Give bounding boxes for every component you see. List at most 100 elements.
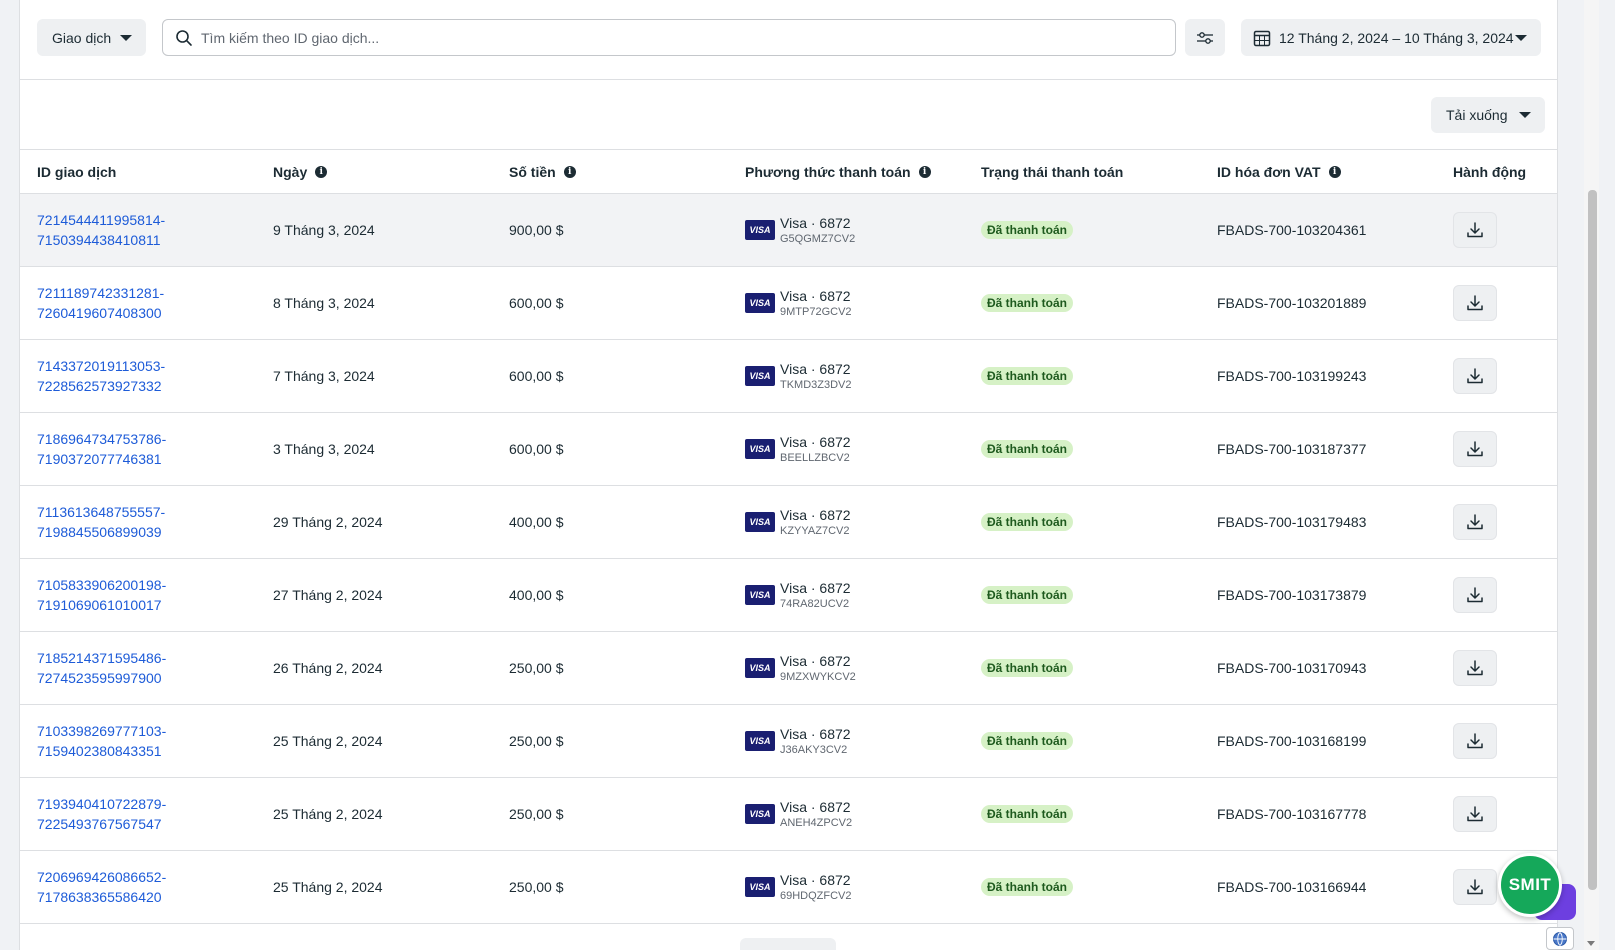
reference-code: TKMD3Z3DV2	[780, 379, 852, 391]
amount-cell: 250,00 $	[509, 733, 564, 749]
download-receipt-button[interactable]	[1453, 796, 1497, 832]
status-cell: Đã thanh toán	[981, 194, 1073, 266]
col-transaction-id[interactable]: ID giao dịch	[37, 150, 116, 194]
transaction-id-link[interactable]: 7143372019113053- 7228562573927332	[37, 356, 165, 396]
transaction-id-link[interactable]: 7214544411995814- 7150394438410811	[37, 210, 165, 250]
scroll-down-arrow-icon[interactable]	[1587, 941, 1595, 946]
col-label: Số tiền	[509, 164, 556, 180]
card-label: Visa · 6872	[780, 215, 851, 231]
action-cell	[1453, 778, 1497, 850]
status-badge: Đã thanh toán	[981, 805, 1073, 823]
transaction-id-cell: 7193940410722879- 7225493767567547	[37, 778, 166, 850]
download-receipt-button[interactable]	[1453, 577, 1497, 613]
card-label: Visa · 6872	[780, 726, 851, 742]
download-receipt-button[interactable]	[1453, 650, 1497, 686]
download-icon	[1467, 879, 1483, 895]
language-button[interactable]	[1546, 927, 1574, 950]
download-receipt-button[interactable]	[1453, 358, 1497, 394]
transaction-id-link[interactable]: 7113613648755557- 7198845506899039	[37, 502, 165, 542]
visa-logo-icon: VISA	[745, 658, 775, 678]
info-icon[interactable]: i	[563, 166, 576, 178]
download-receipt-button[interactable]	[1453, 212, 1497, 248]
search-box[interactable]	[162, 19, 1176, 56]
card-label: Visa · 6872	[780, 361, 851, 377]
transaction-id-link[interactable]: 7186964734753786- 7190372077746381	[37, 429, 166, 469]
status-cell: Đã thanh toán	[981, 705, 1073, 777]
info-icon[interactable]: i	[1328, 166, 1341, 178]
amount-cell: 250,00 $	[509, 879, 564, 895]
action-cell	[1453, 267, 1497, 339]
col-label: Trạng thái thanh toán	[981, 164, 1124, 180]
amount-cell: 250,00 $	[509, 806, 564, 822]
payment-method-cell: VISA Visa · 6872 9MZXWYKCV2	[745, 632, 856, 704]
transaction-id-link[interactable]: 7211189742331281- 7260419607408300	[37, 283, 164, 323]
download-receipt-button[interactable]	[1453, 504, 1497, 540]
transaction-id-link[interactable]: 7193940410722879- 7225493767567547	[37, 794, 166, 834]
action-cell	[1453, 486, 1497, 558]
action-cell	[1453, 340, 1497, 412]
transaction-id-link[interactable]: 7206969426086652- 7178638365586420	[37, 867, 166, 907]
transaction-id-link[interactable]: 7103398269777103- 7159402380843351	[37, 721, 166, 761]
download-icon	[1467, 222, 1483, 238]
table-body: 7214544411995814- 7150394438410811 9 Thán…	[20, 194, 1557, 924]
download-receipt-button[interactable]	[1453, 431, 1497, 467]
download-label: Tải xuống	[1446, 107, 1508, 123]
transaction-type-select[interactable]: Giao dịch	[37, 19, 146, 56]
col-payment-method[interactable]: Phương thức thanh toán i	[745, 150, 931, 194]
info-icon[interactable]: i	[315, 166, 328, 178]
table-row: 7113613648755557- 7198845506899039 29 Thá…	[20, 486, 1557, 559]
payment-method-cell: VISA Visa · 6872 TKMD3Z3DV2	[745, 340, 852, 412]
col-vat-invoice-id[interactable]: ID hóa đơn VAT i	[1217, 150, 1341, 194]
visa-logo-icon: VISA	[745, 293, 775, 313]
date-range-picker[interactable]: 12 Tháng 2, 2024 – 10 Tháng 3, 2024	[1241, 19, 1541, 56]
scrollbar-thumb[interactable]	[1588, 190, 1597, 890]
download-receipt-button[interactable]	[1453, 723, 1497, 759]
transaction-type-label: Giao dịch	[52, 29, 112, 46]
download-receipt-button[interactable]	[1453, 285, 1497, 321]
col-date[interactable]: Ngày i	[273, 150, 328, 194]
reference-code: J36AKY3CV2	[780, 744, 848, 756]
transaction-id-cell: 7103398269777103- 7159402380843351	[37, 705, 166, 777]
reference-code: ANEH4ZPCV2	[780, 817, 853, 829]
transaction-id-cell: 7214544411995814- 7150394438410811	[37, 194, 165, 266]
action-cell	[1453, 632, 1497, 704]
card-label: Visa · 6872	[780, 872, 851, 888]
download-icon	[1467, 806, 1483, 822]
pagination-button[interactable]	[740, 938, 836, 950]
payment-method-cell: VISA Visa · 6872 9MTP72GCV2	[745, 267, 852, 339]
action-cell	[1453, 851, 1497, 923]
table-row: 7103398269777103- 7159402380843351 25 Thá…	[20, 705, 1557, 778]
status-badge: Đã thanh toán	[981, 513, 1073, 531]
download-receipt-button[interactable]	[1453, 869, 1497, 905]
download-button[interactable]: Tải xuống	[1431, 97, 1545, 133]
col-label: ID giao dịch	[37, 164, 117, 180]
transaction-id-link[interactable]: 7185214371595486- 7274523595997900	[37, 648, 166, 688]
info-icon[interactable]: i	[918, 166, 931, 178]
table-row: 7214544411995814- 7150394438410811 9 Thán…	[20, 194, 1557, 267]
table-row: 7193940410722879- 7225493767567547 25 Thá…	[20, 778, 1557, 851]
status-badge: Đã thanh toán	[981, 440, 1073, 458]
date-cell: 27 Tháng 2, 2024	[273, 587, 383, 603]
caret-down-icon	[1515, 34, 1527, 41]
transaction-id-cell: 7143372019113053- 7228562573927332	[37, 340, 165, 412]
vat-id-cell: FBADS-700-103187377	[1217, 441, 1367, 457]
smit-widget-button[interactable]: SMIT	[1498, 853, 1562, 917]
table-header: ID giao dịch Ngày i Số tiền i Phương thức …	[20, 150, 1557, 194]
caret-down-icon	[1519, 112, 1531, 118]
search-input[interactable]	[201, 29, 1161, 46]
vat-id-cell: FBADS-700-103173879	[1217, 587, 1367, 603]
col-payment-status[interactable]: Trạng thái thanh toán	[981, 150, 1123, 194]
transaction-id-link[interactable]: 7105833906200198- 7191069061010017	[37, 575, 166, 615]
toolbar: Giao dịch 12 Tháng 2, 2024 – 10	[20, 0, 1557, 80]
caret-down-icon	[120, 34, 132, 41]
visa-logo-icon: VISA	[745, 439, 775, 459]
download-icon	[1467, 660, 1483, 676]
filter-button[interactable]	[1185, 19, 1225, 56]
col-amount[interactable]: Số tiền i	[509, 150, 576, 194]
payment-method-cell: VISA Visa · 6872 G5QGMZ7CV2	[745, 194, 855, 266]
payment-method-cell: VISA Visa · 6872 ANEH4ZPCV2	[745, 778, 852, 850]
action-cell	[1453, 194, 1497, 266]
date-cell: 3 Tháng 3, 2024	[273, 441, 375, 457]
reference-code: 74RA82UCV2	[780, 598, 850, 610]
col-label: ID hóa đơn VAT	[1217, 164, 1321, 180]
